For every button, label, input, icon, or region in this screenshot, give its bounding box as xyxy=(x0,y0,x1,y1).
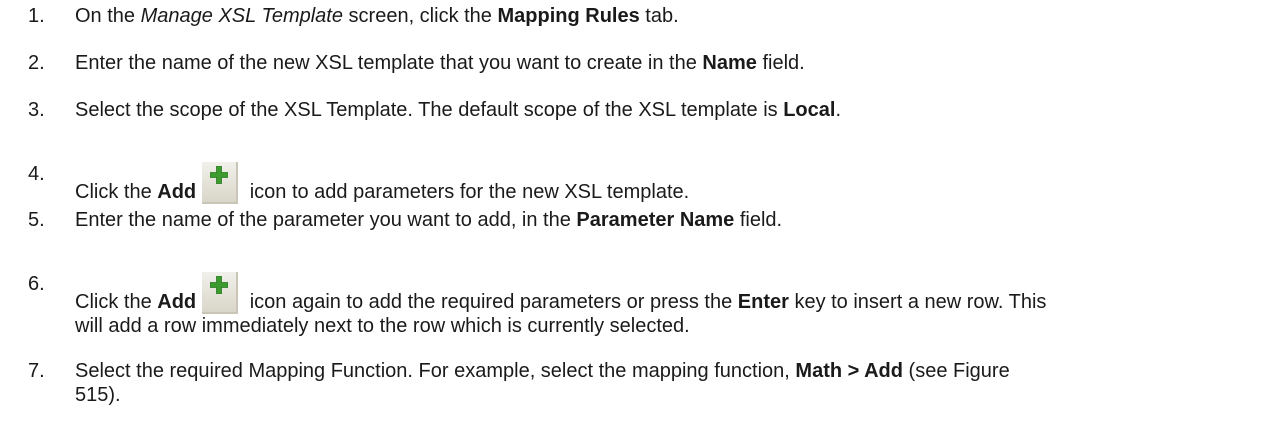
step-number: 7. xyxy=(28,360,45,382)
step-text: Enter the name of the new XSL template t… xyxy=(75,52,805,74)
step-text: Enter the name of the parameter you want… xyxy=(75,209,783,231)
step-number: 6. xyxy=(28,273,45,295)
step-number: 1. xyxy=(28,5,45,27)
button-name: Add xyxy=(157,291,197,313)
step-number: 3. xyxy=(28,99,45,121)
screen-name: Manage XSL Template xyxy=(140,5,343,27)
step-6: 6. Click the Add icon again to add the r… xyxy=(28,272,1258,338)
step-number: 5. xyxy=(28,209,45,231)
step-text: Click the Add icon to add parameters for… xyxy=(75,162,1255,204)
step-number: 2. xyxy=(28,52,45,74)
instruction-steps: 1. On the Manage XSL Template screen, cl… xyxy=(0,0,1270,438)
step-text: On the Manage XSL Template screen, click… xyxy=(75,5,679,27)
step-text: Select the scope of the XSL Template. Th… xyxy=(75,99,842,121)
step-5: 5. Enter the name of the parameter you w… xyxy=(28,208,1258,232)
step-1: 1. On the Manage XSL Template screen, cl… xyxy=(28,4,1258,28)
step-3: 3. Select the scope of the XSL Template.… xyxy=(28,98,1258,122)
scope-value: Local xyxy=(783,99,836,121)
step-7: 7. Select the required Mapping Function.… xyxy=(28,359,1258,407)
step-text: Click the Add icon again to add the requ… xyxy=(75,272,1255,338)
step-text: Select the required Mapping Function. Fo… xyxy=(75,360,1010,406)
field-name: Parameter Name xyxy=(576,209,735,231)
mapping-function-name: Math > Add xyxy=(795,360,903,382)
step-4: 4. Click the Add icon to add parameters … xyxy=(28,162,1258,204)
step-2: 2. Enter the name of the new XSL templat… xyxy=(28,51,1258,75)
button-name: Add xyxy=(157,181,197,203)
step-number: 4. xyxy=(28,163,45,185)
key-name: Enter xyxy=(737,291,789,313)
field-name: Name xyxy=(702,52,757,74)
add-icon xyxy=(202,162,239,204)
add-icon xyxy=(202,272,239,314)
tab-name: Mapping Rules xyxy=(497,5,640,27)
